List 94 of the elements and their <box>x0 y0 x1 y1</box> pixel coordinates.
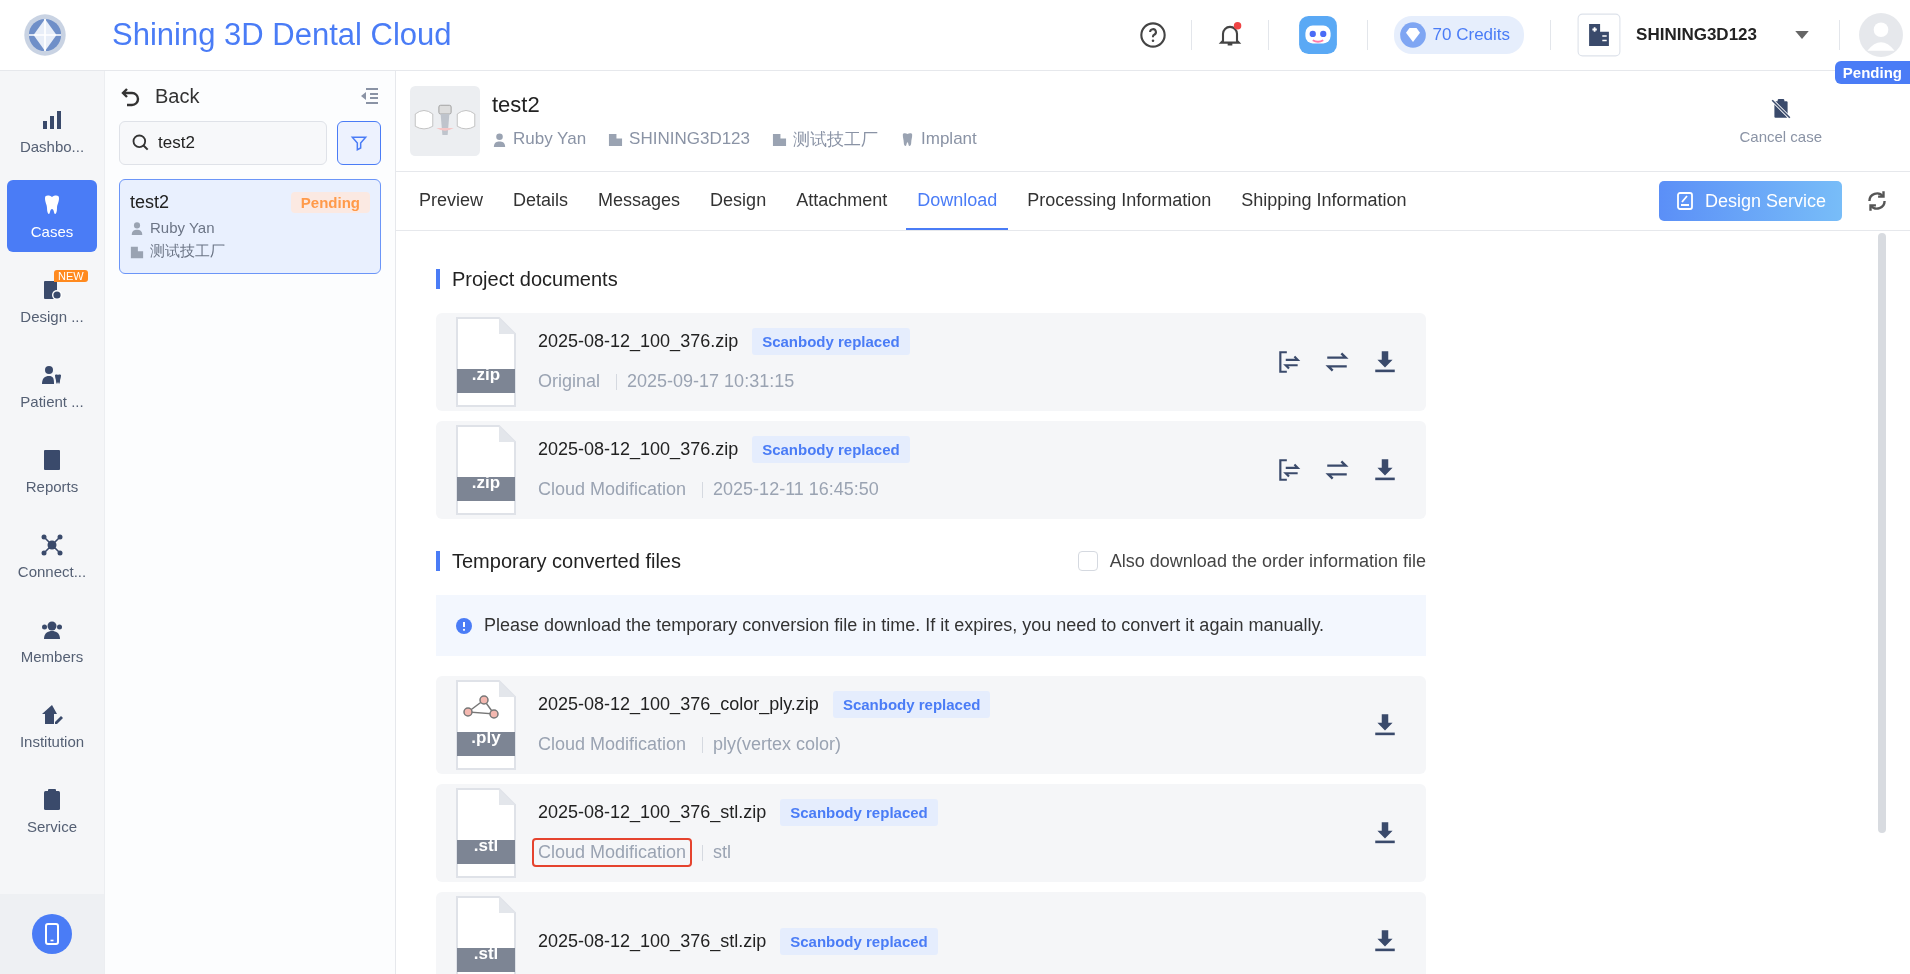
nav-item[interactable]: Members <box>7 605 97 677</box>
case-title: test2 <box>492 91 541 118</box>
lab-name: 测试技工厂 <box>150 242 225 261</box>
clipboard-off-icon <box>1769 97 1792 120</box>
building-icon <box>608 131 624 147</box>
nav-item[interactable]: Cases <box>7 180 97 252</box>
logo-icon <box>22 12 68 58</box>
case-meta-text: SHINING3D123 <box>629 129 751 149</box>
file-extension: .stl <box>472 836 500 856</box>
file-extension: .stl <box>472 944 500 964</box>
nav-icon <box>40 532 64 557</box>
file-detail: stl <box>713 842 732 863</box>
hospital-icon <box>1577 13 1622 57</box>
scanbody-tag: Scanbody replaced <box>832 691 991 718</box>
file-extension: .zip <box>470 473 502 493</box>
cancel-case-button[interactable]: Cancel case <box>1733 96 1828 146</box>
checkbox[interactable] <box>1077 551 1098 571</box>
nav-item[interactable]: Patient ... <box>7 350 97 422</box>
file-detail: ply(vertex color) <box>713 734 842 755</box>
tab[interactable]: Attachment <box>785 172 899 230</box>
file-icon <box>456 425 516 515</box>
tab[interactable]: Details <box>502 172 580 230</box>
tab[interactable]: Processing Information <box>1016 172 1223 230</box>
organization-name[interactable]: SHINING3D123 <box>1636 25 1757 45</box>
nav-item[interactable]: Connect... <box>7 520 97 592</box>
app-title: Shining 3D Dental Cloud <box>112 17 452 53</box>
scanbody-tag: Scanbody replaced <box>752 436 910 463</box>
person-icon <box>130 220 144 235</box>
case-meta-text: Ruby Yan <box>513 129 587 149</box>
status-tag: Pending <box>290 192 370 213</box>
info-icon <box>456 617 472 634</box>
download-icon[interactable] <box>1372 820 1398 846</box>
file-source: Original <box>537 370 602 393</box>
scrollbar-thumb[interactable] <box>1878 233 1886 833</box>
search-field[interactable]: test2 <box>119 121 327 165</box>
convert-icon[interactable] <box>1276 457 1302 483</box>
nav-item[interactable]: Dashbo... <box>7 95 97 167</box>
file-name: 2025-08-12_100_376.zip <box>538 331 739 352</box>
file-name: 2025-08-12_100_376_stl.zip <box>538 802 767 823</box>
nav-icon <box>40 702 64 727</box>
file-name: 2025-08-12_100_376_color_ply.zip <box>538 694 819 715</box>
download-icon[interactable] <box>1372 349 1398 375</box>
download-icon[interactable] <box>1372 457 1398 483</box>
case-meta-text: Implant <box>921 129 977 149</box>
tab[interactable]: Preview <box>408 172 495 230</box>
tab[interactable]: Design <box>699 172 778 230</box>
file-name: 2025-08-12_100_376.zip <box>538 439 739 460</box>
case-meta-text: 测试技工厂 <box>793 128 879 151</box>
scanbody-tag: Scanbody replaced <box>780 799 938 826</box>
person-icon <box>492 131 507 147</box>
file-icon <box>456 788 516 878</box>
download-icon[interactable] <box>1372 928 1398 954</box>
section-title: Temporary converted files <box>452 549 681 573</box>
file-icon <box>456 680 516 770</box>
caret-icon[interactable] <box>1795 30 1809 40</box>
file-source: Cloud Modification <box>532 838 693 867</box>
status-badge: Pending <box>1834 61 1910 84</box>
nav-item[interactable]: Institution <box>7 690 97 762</box>
search-icon <box>131 133 151 153</box>
download-icon[interactable] <box>1372 712 1398 738</box>
scanbody-tag: Scanbody replaced <box>780 927 938 955</box>
filter-button[interactable] <box>337 121 381 165</box>
funnel-icon <box>349 133 369 153</box>
help-icon[interactable] <box>1138 21 1167 49</box>
tab[interactable]: Download <box>906 172 1009 230</box>
building-icon <box>772 131 788 147</box>
file-source: Cloud Modification <box>537 733 688 756</box>
mobile-app-icon[interactable] <box>32 914 72 954</box>
scanbody-tag: Scanbody replaced <box>752 328 910 355</box>
file-detail: 2025-09-17 10:31:15 <box>627 371 795 392</box>
building-icon <box>130 244 144 259</box>
notice-text: Please download the temporary conversion file in time. If it expires, you need to convert it again manually. <box>484 615 1325 636</box>
document-icon <box>1674 191 1695 211</box>
case-card[interactable]: test2 Pending Ruby Yan 测试技工厂 <box>119 179 381 274</box>
new-badge: NEW <box>54 269 88 282</box>
nav-item[interactable]: NEW Design ... <box>7 265 97 337</box>
back-button[interactable]: Back <box>119 84 200 108</box>
file-extension: .ply <box>470 728 502 748</box>
file-name: 2025-08-12_100_376_stl.zip <box>538 930 767 952</box>
section-title: Project documents <box>452 267 618 291</box>
file-detail: 2025-12-11 16:45:50 <box>713 479 879 500</box>
file-extension: .zip <box>470 365 502 385</box>
nav-item[interactable]: Reports <box>7 435 97 507</box>
nav-item[interactable]: Service <box>7 775 97 847</box>
patient-name: Ruby Yan <box>150 219 215 236</box>
case-title: test2 <box>130 192 170 213</box>
tab[interactable]: Messages <box>587 172 692 230</box>
checkbox-label: Also download the order information file <box>1109 550 1426 572</box>
file-source: Cloud Modification <box>537 478 688 501</box>
file-icon <box>456 317 516 407</box>
robot-icon[interactable] <box>1296 14 1339 56</box>
tab[interactable]: Shipping Information <box>1230 172 1418 230</box>
convert-icon[interactable] <box>1276 349 1302 375</box>
credits-badge[interactable]: 70 Credits <box>1393 16 1525 54</box>
